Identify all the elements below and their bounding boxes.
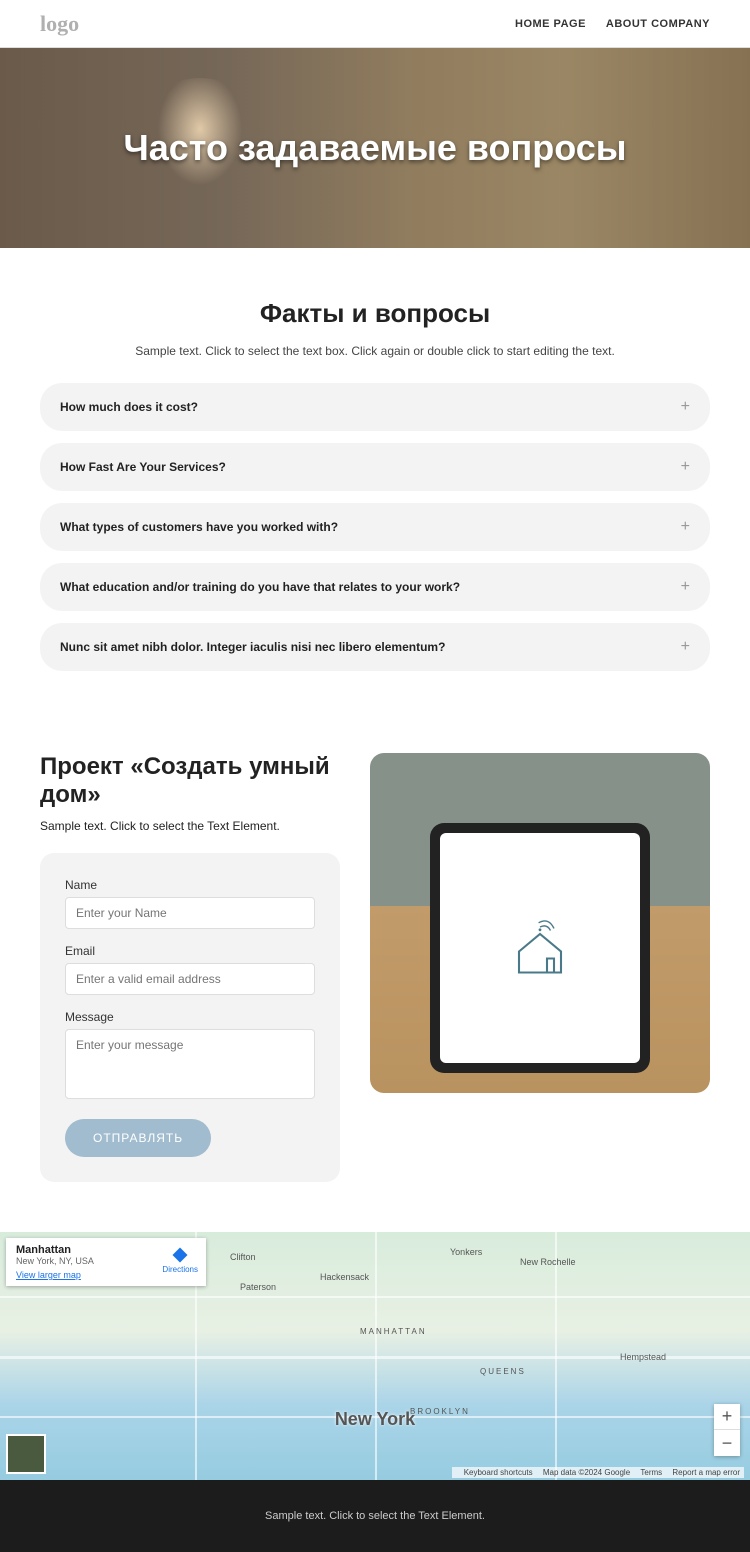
map-main-city: New York bbox=[335, 1409, 415, 1430]
map-city-label: Clifton bbox=[230, 1252, 256, 1262]
plus-icon: + bbox=[681, 638, 690, 656]
accordion-question: How Fast Are Your Services? bbox=[60, 460, 226, 474]
accordion-question: What types of customers have you worked … bbox=[60, 520, 338, 534]
plus-icon: + bbox=[681, 578, 690, 596]
map-data-label: Map data ©2024 Google bbox=[543, 1468, 630, 1477]
project-heading: Проект «Создать умный дом» bbox=[40, 753, 340, 809]
site-logo[interactable]: logo bbox=[40, 11, 79, 37]
faq-heading: Факты и вопросы bbox=[40, 298, 710, 329]
contact-form: Name Email Message ОТПРАВЛЯТЬ bbox=[40, 853, 340, 1182]
map-city-label: Hackensack bbox=[320, 1272, 369, 1282]
map-city-label: Hempstead bbox=[620, 1352, 666, 1362]
hero-banner: Часто задаваемые вопросы bbox=[0, 48, 750, 248]
directions-button[interactable]: Directions bbox=[162, 1246, 198, 1274]
email-label: Email bbox=[65, 944, 315, 958]
nav-link-about[interactable]: ABOUT COMPANY bbox=[606, 18, 710, 30]
directions-icon bbox=[171, 1246, 189, 1264]
project-image bbox=[370, 753, 710, 1093]
accordion-item[interactable]: What education and/or training do you ha… bbox=[40, 563, 710, 611]
accordion-question: What education and/or training do you ha… bbox=[60, 580, 460, 594]
map-shortcuts-link[interactable]: Keyboard shortcuts bbox=[464, 1468, 533, 1477]
zoom-out-button[interactable]: − bbox=[714, 1430, 740, 1456]
smart-home-icon bbox=[505, 913, 575, 983]
faq-accordion: How much does it cost? + How Fast Are Yo… bbox=[0, 368, 750, 723]
tablet-device bbox=[430, 823, 650, 1073]
map-zoom-controls: + − bbox=[714, 1404, 740, 1456]
accordion-question: How much does it cost? bbox=[60, 400, 198, 414]
map-city-label: MANHATTAN bbox=[360, 1327, 427, 1336]
submit-button[interactable]: ОТПРАВЛЯТЬ bbox=[65, 1119, 211, 1157]
map-terms-link[interactable]: Terms bbox=[640, 1468, 662, 1477]
map-info-card: Manhattan New York, NY, USA View larger … bbox=[6, 1238, 206, 1286]
main-nav: HOME PAGE ABOUT COMPANY bbox=[515, 18, 710, 30]
project-subtitle: Sample text. Click to select the Text El… bbox=[40, 819, 340, 833]
accordion-item[interactable]: How much does it cost? + bbox=[40, 383, 710, 431]
footer-text: Sample text. Click to select the Text El… bbox=[265, 1510, 485, 1522]
accordion-item[interactable]: What types of customers have you worked … bbox=[40, 503, 710, 551]
map-city-label: New Rochelle bbox=[520, 1257, 576, 1267]
nav-link-home[interactable]: HOME PAGE bbox=[515, 18, 586, 30]
map-satellite-toggle[interactable] bbox=[6, 1434, 46, 1474]
message-label: Message bbox=[65, 1010, 315, 1024]
map-report-link[interactable]: Report a map error bbox=[672, 1468, 740, 1477]
name-input[interactable] bbox=[65, 897, 315, 929]
accordion-question: Nunc sit amet nibh dolor. Integer iaculi… bbox=[60, 640, 445, 654]
accordion-item[interactable]: Nunc sit amet nibh dolor. Integer iaculi… bbox=[40, 623, 710, 671]
zoom-in-button[interactable]: + bbox=[714, 1404, 740, 1430]
faq-subtitle: Sample text. Click to select the text bo… bbox=[40, 344, 710, 358]
map-city-label: Paterson bbox=[240, 1282, 276, 1292]
accordion-item[interactable]: How Fast Are Your Services? + bbox=[40, 443, 710, 491]
map-city-label: BROOKLYN bbox=[410, 1407, 470, 1416]
page-footer: Sample text. Click to select the Text El… bbox=[0, 1480, 750, 1552]
message-input[interactable] bbox=[65, 1029, 315, 1099]
email-input[interactable] bbox=[65, 963, 315, 995]
map-city-label: Yonkers bbox=[450, 1247, 482, 1257]
plus-icon: + bbox=[681, 458, 690, 476]
map-city-label: QUEENS bbox=[480, 1367, 526, 1376]
hero-title: Часто задаваемые вопросы bbox=[123, 127, 626, 169]
project-section: Проект «Создать умный дом» Sample text. … bbox=[0, 723, 750, 1232]
plus-icon: + bbox=[681, 518, 690, 536]
plus-icon: + bbox=[681, 398, 690, 416]
map-section[interactable]: Clifton Paterson Hackensack Yonkers New … bbox=[0, 1232, 750, 1480]
map-attribution: Keyboard shortcuts Map data ©2024 Google… bbox=[452, 1467, 744, 1478]
name-label: Name bbox=[65, 878, 315, 892]
faq-intro: Факты и вопросы Sample text. Click to se… bbox=[0, 248, 750, 368]
